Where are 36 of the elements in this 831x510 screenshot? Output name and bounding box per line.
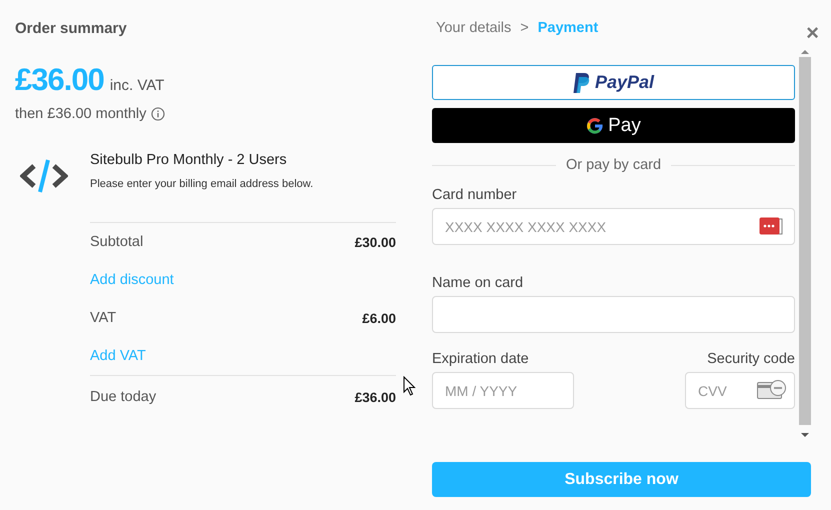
field-label: Name on card bbox=[432, 275, 524, 291]
card-cvv-icon bbox=[757, 379, 787, 401]
card-number-field[interactable]: XXXX XXXX XXXX XXXX bbox=[432, 208, 795, 245]
line-label: Due today bbox=[90, 389, 156, 405]
breadcrumb-step[interactable]: Your details bbox=[436, 20, 512, 36]
paypal-button[interactable]: PayPal bbox=[432, 65, 795, 100]
line-amount: £6.00 bbox=[362, 310, 396, 326]
line-amount: £36.00 bbox=[354, 390, 396, 404]
google-pay-button[interactable]: Pay bbox=[432, 108, 795, 143]
line-label: Subtotal bbox=[90, 234, 144, 250]
mouse-cursor-icon bbox=[403, 376, 417, 397]
breadcrumb-step[interactable]: Payment bbox=[538, 20, 598, 36]
field-label: Card number bbox=[432, 187, 518, 203]
close-button[interactable]: × bbox=[806, 22, 819, 44]
code-icon bbox=[20, 158, 68, 194]
info-icon[interactable] bbox=[151, 107, 166, 121]
line-amount: £30.00 bbox=[354, 234, 396, 250]
field-label: Expiration date bbox=[432, 351, 530, 367]
card-icon bbox=[759, 217, 783, 235]
expiration-date-field[interactable]: MM / YYYY bbox=[432, 372, 574, 409]
paypal-logo bbox=[572, 72, 591, 94]
price-amount: £36.00 bbox=[15, 62, 104, 98]
subscribe-button[interactable]: Subscribe now bbox=[432, 462, 811, 497]
summary-title: Order summary bbox=[15, 20, 128, 39]
product-name: Sitebulb Pro Monthly - 2 Users bbox=[90, 152, 288, 168]
name-on-card-field[interactable] bbox=[432, 296, 795, 333]
line-label: VAT bbox=[90, 310, 116, 326]
product-note: Please enter your billing email address below. bbox=[90, 178, 314, 190]
divider-text: Or pay by card bbox=[564, 157, 662, 173]
field-label: Security code bbox=[707, 351, 795, 367]
recurring-text: then £36.00 monthly bbox=[15, 106, 146, 122]
add-link[interactable]: Add VAT bbox=[90, 348, 146, 364]
add-link[interactable]: Add discount bbox=[90, 272, 174, 288]
price-note: inc. VAT bbox=[110, 77, 164, 94]
google-logo bbox=[586, 116, 604, 134]
breadcrumb-separator: > bbox=[520, 20, 529, 36]
